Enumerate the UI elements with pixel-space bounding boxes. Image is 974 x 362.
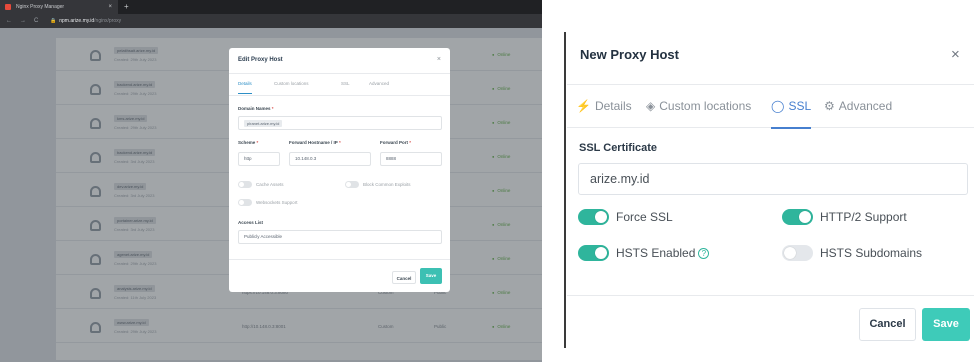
url-field[interactable]: 🔒 npm.arize.my.id/nginx/proxy [50, 17, 530, 25]
modal-footer-divider [567, 295, 974, 296]
tab-advanced[interactable]: ⚙ Advanced [824, 85, 892, 128]
hsts-subdomains-label: HSTS Subdomains [820, 246, 923, 260]
new-proxy-host-modal: New Proxy Host × ⚡ Details ◈ Custom locati… [567, 32, 974, 348]
favicon-icon [5, 4, 11, 10]
browser-screenshot: Nginx Proxy Manager × + ← → C 🔒 npm.arize… [0, 0, 542, 362]
http2-support-label: HTTP/2 Support [820, 210, 907, 224]
scheme-label: Scheme * [238, 140, 259, 145]
tab-details[interactable]: ⚡ Details [576, 85, 632, 128]
scheme-input[interactable]: http [238, 152, 280, 166]
hsts-enabled-label: HSTS Enabled? [616, 246, 710, 260]
edit-modal-tabs: Details Custom locations SSL Advanced [229, 74, 450, 96]
edit-tab-custom-locations[interactable]: Custom locations [274, 81, 309, 86]
browser-tab-title: Nginx Proxy Manager [16, 4, 65, 10]
address-bar: ← → C 🔒 npm.arize.my.id/nginx/proxy [0, 14, 542, 28]
forward-icon[interactable]: → [20, 14, 26, 28]
reload-icon[interactable]: C [34, 14, 38, 28]
gear-icon: ⚙ [824, 99, 835, 113]
edit-tab-details[interactable]: Details [238, 81, 252, 94]
panel-divider [564, 32, 566, 348]
edit-modal-title: Edit Proxy Host [238, 57, 283, 63]
close-icon[interactable]: × [951, 46, 960, 63]
lock-icon: 🔒 [50, 18, 57, 24]
edit-tab-advanced[interactable]: Advanced [369, 81, 389, 86]
edit-modal-footer-divider [229, 259, 450, 260]
cache-assets-toggle[interactable] [238, 181, 252, 188]
edit-tab-ssl[interactable]: SSL [341, 81, 350, 86]
hsts-subdomains-toggle[interactable] [782, 245, 813, 261]
block-exploits-toggle[interactable] [345, 181, 359, 188]
save-button[interactable]: Save [922, 308, 970, 341]
help-icon[interactable]: ? [698, 248, 710, 259]
domain-chip: plranet.arize.my.id [244, 120, 283, 127]
tab-custom-locations[interactable]: ◈ Custom locations [646, 85, 751, 128]
access-list-select[interactable]: Publicly Accessible [238, 230, 442, 244]
forward-port-input[interactable]: 8888 [380, 152, 442, 166]
hsts-enabled-toggle[interactable] [578, 245, 609, 261]
forward-port-label: Forward Port * [380, 140, 412, 145]
url-path: /nginx/proxy [94, 18, 122, 24]
ssl-certificate-label: SSL Certificate [579, 142, 658, 154]
http2-support-toggle[interactable] [782, 209, 813, 225]
edit-modal-close-icon[interactable]: × [437, 56, 441, 63]
modal-tabs: ⚡ Details ◈ Custom locations ◯ SSL ⚙ Advance… [567, 85, 974, 129]
edit-cancel-button[interactable]: Cancel [392, 271, 416, 284]
browser-tab[interactable]: Nginx Proxy Manager × [0, 0, 118, 14]
domain-names-input[interactable]: plranet.arize.my.id [238, 116, 442, 130]
websockets-toggle[interactable] [238, 199, 252, 206]
domain-names-label: Domain Names * [238, 106, 274, 111]
modal-title: New Proxy Host [580, 47, 679, 62]
tab-close-icon[interactable]: × [108, 0, 112, 14]
forward-host-label: Forward Hostname / IP * [289, 140, 341, 145]
url-host: npm.arize.my.id [59, 18, 95, 24]
back-icon[interactable]: ← [6, 14, 12, 28]
layers-icon: ◈ [646, 99, 656, 113]
block-exploits-label: Block Common Exploits [363, 182, 411, 187]
edit-modal-header: Edit Proxy Host × [229, 48, 450, 74]
shield-icon: ◯ [771, 99, 785, 113]
ssl-certificate-select[interactable]: arize.my.id [578, 163, 968, 195]
cancel-button[interactable]: Cancel [859, 308, 916, 341]
force-ssl-toggle[interactable] [578, 209, 609, 225]
edit-save-button[interactable]: Save [420, 268, 442, 284]
cache-assets-label: Cache Assets [256, 182, 284, 187]
browser-tab-bar: Nginx Proxy Manager × + [0, 0, 542, 14]
websockets-label: Websockets Support [256, 200, 298, 205]
access-list-label: Access List [238, 220, 264, 225]
forward-host-input[interactable]: 10.148.0.3 [289, 152, 371, 166]
tab-ssl[interactable]: ◯ SSL [771, 85, 812, 129]
force-ssl-label: Force SSL [616, 210, 673, 224]
new-tab-button[interactable]: + [124, 0, 129, 14]
lightning-icon: ⚡ [576, 99, 591, 113]
modal-header: New Proxy Host × [567, 32, 974, 85]
edit-proxy-host-modal: Edit Proxy Host × Details Custom locatio… [229, 48, 450, 292]
